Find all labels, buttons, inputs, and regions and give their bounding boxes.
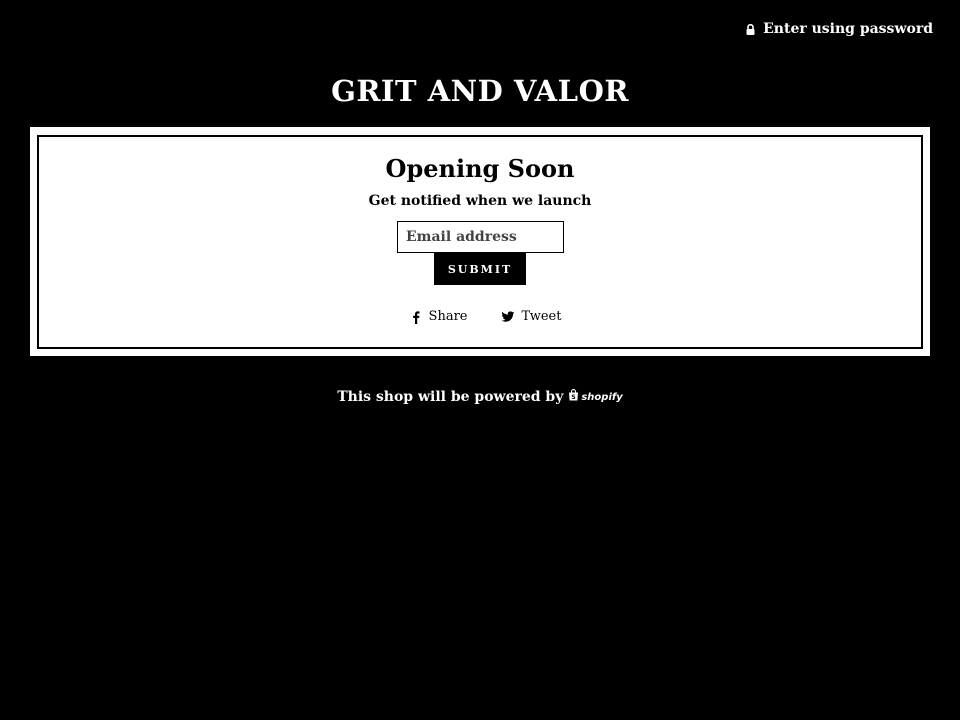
enter-password-link[interactable]: Enter using password xyxy=(746,21,933,37)
newsletter-card-border: Opening Soon Get notified when we launch… xyxy=(37,135,923,349)
social-share-row: Share Tweet xyxy=(39,309,921,324)
powered-by-footer: This shop will be powered by S shopify xyxy=(0,389,960,405)
tweet-label: Tweet xyxy=(521,309,562,324)
store-title: GRIT AND VALOR xyxy=(331,74,629,108)
notify-subheading: Get notified when we launch xyxy=(368,193,592,209)
shopify-wordmark: shopify xyxy=(581,391,623,403)
password-page: Enter using password GRIT AND VALOR Open… xyxy=(0,0,960,720)
shopify-logo-link[interactable]: S shopify xyxy=(568,389,623,405)
newsletter-card: Opening Soon Get notified when we launch… xyxy=(30,127,930,356)
enter-password-label: Enter using password xyxy=(763,21,933,37)
share-facebook-link[interactable]: Share xyxy=(399,309,468,324)
tweet-link[interactable]: Tweet xyxy=(491,309,561,324)
lock-icon xyxy=(746,23,755,35)
email-field[interactable] xyxy=(397,221,564,253)
share-label: Share xyxy=(428,309,468,324)
opening-soon-heading: Opening Soon xyxy=(385,154,575,183)
shopify-bag-icon: S xyxy=(568,389,579,405)
powered-by-text: This shop will be powered by xyxy=(337,389,564,405)
twitter-icon xyxy=(501,310,515,324)
svg-text:S: S xyxy=(572,394,576,401)
facebook-icon xyxy=(409,310,423,324)
submit-button[interactable]: SUBMIT xyxy=(434,253,526,285)
